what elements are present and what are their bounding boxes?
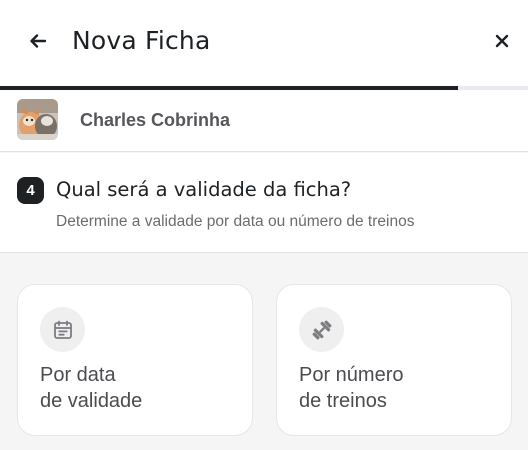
- step-title: Qual será a validade da ficha?: [56, 178, 352, 201]
- back-button[interactable]: [26, 29, 50, 53]
- client-name: Charles Cobrinha: [80, 110, 231, 130]
- arrow-left-icon: [30, 34, 47, 48]
- step-section: 4 Qual será a validade da ficha? Determi…: [0, 153, 528, 253]
- avatar: [17, 99, 58, 140]
- close-icon: [495, 34, 509, 48]
- option-label: Por número de treinos: [299, 362, 404, 414]
- option-by-date-card[interactable]: Por data de validade: [17, 284, 253, 436]
- option-label: Por data de validade: [40, 362, 142, 414]
- dumbbell-icon-badge: [299, 307, 344, 352]
- option-by-workouts-card[interactable]: Por número de treinos: [276, 284, 512, 436]
- calendar-icon-badge: [40, 307, 85, 352]
- step-subtitle: Determine a validade por data ou número …: [56, 213, 415, 230]
- step-number-badge: 4: [17, 177, 44, 204]
- client-row: Charles Cobrinha: [0, 90, 528, 152]
- dumbbell-icon: [312, 320, 331, 339]
- page-title: Nova Ficha: [72, 26, 211, 55]
- header: Nova Ficha: [0, 0, 528, 86]
- option-label-line2: de treinos: [299, 390, 387, 412]
- option-label-line2: de validade: [40, 390, 143, 412]
- option-label-line1: Por data: [40, 364, 116, 386]
- close-button[interactable]: [491, 30, 513, 52]
- calendar-icon: [53, 320, 72, 339]
- option-label-line1: Por número: [299, 364, 404, 386]
